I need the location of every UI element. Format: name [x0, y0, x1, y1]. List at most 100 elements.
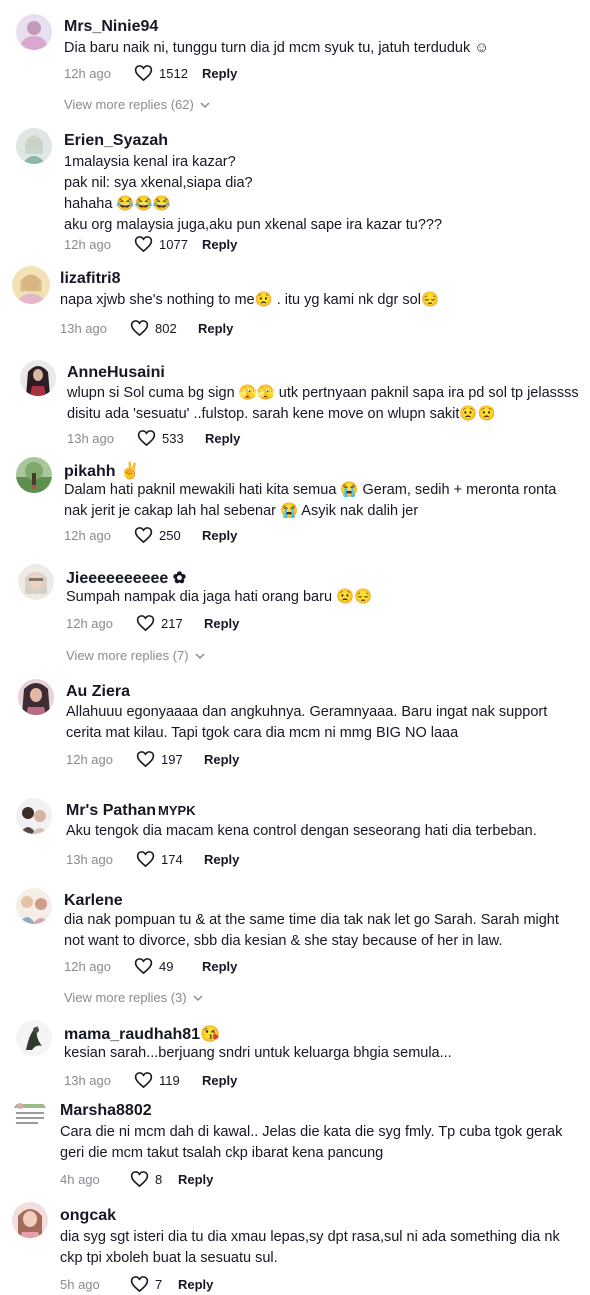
username[interactable]: Au Ziera — [66, 683, 130, 701]
comment-text: dia nak pompuan tu & at the same time di… — [64, 912, 559, 949]
like-count: 197 — [161, 751, 183, 767]
timestamp: 12h ago — [64, 527, 111, 543]
heart-icon — [130, 1276, 149, 1293]
timestamp: 13h ago — [67, 430, 114, 446]
comment-meta: 12h ago 1077 Reply — [64, 235, 237, 253]
comment-text: Aku tengok dia macam kena control dengan… — [66, 823, 537, 839]
comment-meta: 13h ago 802 Reply — [60, 319, 233, 337]
avatar[interactable] — [18, 679, 54, 715]
reply-button[interactable]: Reply — [205, 431, 240, 446]
view-more-replies[interactable]: View more replies (3) — [64, 990, 203, 1005]
like-button[interactable]: 1077 — [134, 235, 202, 253]
reply-button[interactable]: Reply — [202, 959, 237, 974]
reply-button[interactable]: Reply — [202, 1073, 237, 1088]
heart-icon — [134, 236, 153, 253]
username[interactable]: ongcak — [60, 1207, 116, 1225]
username[interactable]: AnneHusaini — [67, 364, 165, 382]
view-more-replies[interactable]: View more replies (7) — [66, 648, 205, 663]
username[interactable]: mama_raudhah81😘 — [64, 1024, 220, 1044]
reply-button[interactable]: Reply — [198, 321, 233, 336]
timestamp: 13h ago — [64, 1072, 111, 1088]
like-count: 1077 — [159, 236, 188, 252]
like-button[interactable]: 197 — [136, 750, 204, 768]
view-more-replies[interactable]: View more replies (62) — [64, 97, 210, 112]
reply-button[interactable]: Reply — [204, 616, 239, 631]
comment-text: wlupn si Sol cuma bg sign 🫣🫣 utk pertnya… — [67, 385, 579, 422]
like-count: 250 — [159, 527, 181, 543]
comment-text: Dia baru naik ni, tunggu turn dia jd mcm… — [64, 40, 490, 56]
like-count: 802 — [155, 320, 177, 336]
comment-meta: 12h ago 1512 Reply — [64, 64, 237, 82]
heart-icon — [130, 1171, 149, 1188]
avatar[interactable] — [16, 14, 52, 50]
like-button[interactable]: 802 — [130, 319, 198, 337]
comment-meta: 12h ago 197 Reply — [66, 750, 239, 768]
username[interactable]: Mrs_Ninie94 — [64, 18, 158, 36]
chevron-down-icon — [200, 101, 210, 108]
like-count: 1512 — [159, 65, 188, 81]
heart-icon — [134, 65, 153, 82]
like-button[interactable]: 119 — [134, 1071, 202, 1089]
username[interactable]: Karlene — [64, 892, 123, 910]
like-button[interactable]: 8 — [130, 1170, 178, 1188]
timestamp: 13h ago — [60, 320, 107, 336]
avatar[interactable] — [16, 128, 52, 164]
reply-button[interactable]: Reply — [178, 1172, 213, 1187]
chevron-down-icon — [193, 994, 203, 1001]
comment-meta: 13h ago 174 Reply — [66, 850, 239, 868]
like-count: 533 — [162, 430, 184, 446]
like-count: 217 — [161, 615, 183, 631]
avatar[interactable] — [16, 1020, 52, 1056]
like-button[interactable]: 174 — [136, 850, 204, 868]
like-count: 119 — [159, 1072, 180, 1088]
username[interactable]: Marsha8802 — [60, 1102, 152, 1120]
avatar[interactable] — [18, 564, 54, 600]
username[interactable]: pikahh ✌️ — [64, 461, 140, 481]
avatar[interactable] — [20, 360, 56, 396]
like-count: 8 — [155, 1171, 163, 1187]
reply-button[interactable]: Reply — [204, 852, 239, 867]
like-button[interactable]: 217 — [136, 614, 204, 632]
avatar[interactable] — [12, 266, 50, 304]
comment-meta: 13h ago 533 Reply — [67, 429, 240, 447]
reply-button[interactable]: Reply — [202, 528, 237, 543]
like-count: 174 — [161, 851, 183, 867]
timestamp: 13h ago — [66, 851, 113, 867]
comment-text: dia syg sgt isteri dia tu dia xmau lepas… — [60, 1229, 560, 1266]
avatar[interactable] — [12, 1202, 48, 1238]
like-button[interactable]: 1512 — [134, 64, 202, 82]
comment-text: Sumpah nampak dia jaga hati orang baru 😟… — [66, 589, 373, 605]
comment-text: napa xjwb she's nothing to me😟 . itu yg … — [60, 292, 439, 308]
comment-meta: 13h ago 119 Reply — [64, 1071, 237, 1089]
comment-text: Dalam hati paknil mewakili hati kita sem… — [64, 482, 557, 519]
comment-text: Cara die ni mcm dah di kawal.. Jelas die… — [60, 1124, 563, 1161]
username[interactable]: Erien_Syazah — [64, 132, 168, 150]
like-count: 7 — [155, 1276, 163, 1292]
comment-meta: 12h ago 49 Reply — [64, 957, 237, 975]
reply-button[interactable]: Reply — [202, 237, 237, 252]
avatar[interactable] — [16, 798, 52, 834]
like-button[interactable]: 7 — [130, 1275, 178, 1293]
avatar[interactable] — [16, 888, 52, 924]
heart-icon — [134, 958, 153, 975]
username[interactable]: lizafitri8 — [60, 270, 120, 288]
username[interactable]: Jieeeeeeeeee ✿ — [66, 568, 186, 588]
username[interactable]: Mr's Pathan MYPK — [66, 802, 196, 820]
like-count: 49 — [159, 958, 174, 974]
reply-button[interactable]: Reply — [178, 1277, 213, 1292]
like-button[interactable]: 533 — [137, 429, 205, 447]
comment-meta: 12h ago 250 Reply — [64, 526, 237, 544]
reply-button[interactable]: Reply — [204, 752, 239, 767]
timestamp: 5h ago — [60, 1276, 100, 1292]
like-button[interactable]: 250 — [134, 526, 202, 544]
username-suffix: MYPK — [158, 803, 196, 818]
heart-icon — [134, 1072, 153, 1089]
heart-icon — [136, 851, 155, 868]
reply-button[interactable]: Reply — [202, 66, 237, 81]
comment-text: kesian sarah...berjuang sndri untuk kelu… — [64, 1045, 452, 1061]
comment-text: 1malaysia kenal ira kazar? pak nil: sya … — [64, 154, 443, 233]
like-button[interactable]: 49 — [134, 957, 202, 975]
avatar[interactable] — [12, 1098, 48, 1134]
avatar[interactable] — [16, 457, 52, 493]
timestamp: 12h ago — [66, 751, 113, 767]
